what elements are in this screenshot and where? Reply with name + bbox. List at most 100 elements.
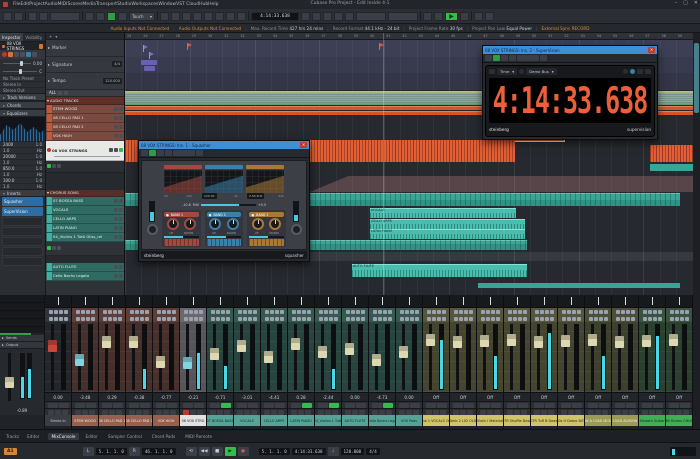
solo-button[interactable] bbox=[329, 403, 339, 408]
right-locator-button[interactable]: R bbox=[129, 447, 140, 456]
channel-name-label[interactable]: Smooth Guitar bbox=[639, 415, 665, 426]
channel-button[interactable] bbox=[523, 310, 527, 314]
edit-button[interactable] bbox=[163, 410, 169, 415]
rewind-button[interactable]: ◀◀ bbox=[199, 447, 210, 456]
arrange-vertical-scrollbar[interactable] bbox=[693, 33, 700, 295]
mute-icon[interactable] bbox=[114, 116, 118, 120]
lower-tab-mixconsole[interactable]: MixConsole bbox=[48, 433, 80, 440]
channel-button[interactable] bbox=[297, 310, 301, 314]
channel-button[interactable] bbox=[550, 310, 554, 314]
preset-field[interactable] bbox=[517, 55, 539, 61]
mute-button[interactable] bbox=[480, 403, 490, 408]
mute-button[interactable] bbox=[561, 403, 571, 408]
band-curve-3[interactable] bbox=[246, 165, 284, 193]
fader-handle[interactable] bbox=[237, 340, 246, 352]
plugin-active-button[interactable] bbox=[493, 55, 500, 61]
channel-button[interactable] bbox=[108, 317, 112, 321]
down-knob[interactable] bbox=[269, 218, 281, 230]
channel-button[interactable] bbox=[604, 310, 608, 314]
channel-button[interactable] bbox=[616, 310, 620, 314]
channel-button[interactable] bbox=[356, 317, 360, 321]
channel-rack[interactable] bbox=[342, 295, 368, 308]
channel-button[interactable] bbox=[680, 310, 684, 314]
mute-button[interactable] bbox=[453, 403, 463, 408]
channel-button[interactable] bbox=[238, 310, 242, 314]
channel-button[interactable] bbox=[49, 317, 53, 321]
plugin-button[interactable] bbox=[165, 150, 172, 156]
metronome-button[interactable] bbox=[345, 12, 354, 21]
channel-name-label[interactable]: GTR Shuffle Down bbox=[504, 415, 530, 426]
mute-button[interactable] bbox=[426, 403, 436, 408]
channel-button[interactable] bbox=[108, 310, 112, 314]
channel-button[interactable] bbox=[653, 317, 657, 321]
stop-button[interactable] bbox=[434, 12, 443, 21]
automation-button[interactable] bbox=[359, 410, 365, 415]
audio-event[interactable] bbox=[650, 145, 693, 162]
draw-tool[interactable] bbox=[237, 12, 246, 21]
channel-button[interactable] bbox=[572, 317, 576, 321]
channel-button[interactable] bbox=[275, 317, 279, 321]
band-mix-slider[interactable] bbox=[207, 236, 242, 238]
volume-knob[interactable] bbox=[20, 61, 23, 66]
mute-icon[interactable] bbox=[114, 208, 118, 212]
channel-button[interactable] bbox=[135, 310, 139, 314]
menu-item-help[interactable]: Help bbox=[208, 2, 218, 7]
channel-rack[interactable] bbox=[315, 295, 341, 308]
channel-button[interactable] bbox=[221, 317, 225, 321]
glue-tool[interactable] bbox=[193, 12, 202, 21]
mute-all-icon[interactable] bbox=[58, 91, 62, 95]
fader-handle[interactable] bbox=[453, 336, 462, 348]
record-button[interactable]: ● bbox=[238, 447, 249, 456]
pan-indicator[interactable] bbox=[85, 297, 86, 305]
fader-handle[interactable] bbox=[102, 336, 111, 348]
channel-button[interactable] bbox=[388, 317, 392, 321]
mute-icon[interactable] bbox=[114, 217, 118, 221]
fader-handle[interactable] bbox=[156, 356, 165, 368]
channel-button[interactable] bbox=[437, 317, 441, 321]
channel-name-label[interactable]: VOX Pads bbox=[396, 415, 422, 426]
channel-button[interactable] bbox=[57, 164, 61, 168]
channel-name-label[interactable]: Amb 2 L02 OLD bbox=[450, 415, 476, 426]
section-track-versions[interactable]: ▸Track Versions bbox=[0, 93, 45, 101]
channel-button[interactable] bbox=[253, 317, 257, 321]
lower-tab-midi-remote[interactable]: MIDI Remote bbox=[181, 433, 216, 440]
channel-button[interactable] bbox=[346, 317, 350, 321]
minimize-button[interactable]: – bbox=[675, 0, 678, 6]
solo-button[interactable] bbox=[545, 403, 555, 408]
fader-handle[interactable] bbox=[291, 338, 300, 350]
channel-button[interactable] bbox=[135, 317, 139, 321]
channel-button[interactable] bbox=[432, 317, 436, 321]
channel-button[interactable] bbox=[86, 317, 90, 321]
signature-display[interactable]: 4/4 bbox=[366, 448, 380, 455]
channel-button[interactable] bbox=[76, 310, 80, 314]
channel-button[interactable] bbox=[103, 310, 107, 314]
channel-button[interactable] bbox=[680, 317, 684, 321]
channel-button[interactable] bbox=[383, 317, 387, 321]
channel-button[interactable] bbox=[496, 310, 500, 314]
snap-button[interactable] bbox=[474, 12, 483, 21]
channel-rack[interactable] bbox=[450, 295, 476, 308]
channel-button[interactable] bbox=[113, 317, 117, 321]
channel-button[interactable] bbox=[675, 310, 679, 314]
fader-handle[interactable] bbox=[129, 336, 138, 348]
mixer-channel-auto-flute[interactable]: 0.00AUTO FLUTE bbox=[342, 295, 369, 429]
channel-button[interactable] bbox=[567, 317, 571, 321]
automation-button[interactable] bbox=[629, 410, 635, 415]
edit-button[interactable] bbox=[649, 410, 655, 415]
solo-icon[interactable] bbox=[119, 274, 123, 278]
fader-handle[interactable] bbox=[372, 354, 381, 366]
lower-tab-chord-pads[interactable]: Chord Pads bbox=[148, 433, 180, 440]
channel-button[interactable] bbox=[76, 317, 80, 321]
channel-button[interactable] bbox=[415, 317, 419, 321]
plugin-button[interactable] bbox=[196, 150, 203, 156]
channel-button[interactable] bbox=[469, 317, 473, 321]
channel-button[interactable] bbox=[297, 317, 301, 321]
channel-button[interactable] bbox=[648, 317, 652, 321]
automation-button[interactable] bbox=[602, 410, 608, 415]
redo-button[interactable] bbox=[39, 12, 48, 21]
channel-button[interactable] bbox=[216, 317, 220, 321]
mixer-channel-stereo-in[interactable]: 0.00Stereo In bbox=[45, 295, 72, 429]
channel-button[interactable] bbox=[589, 310, 593, 314]
pan-slider[interactable] bbox=[3, 71, 37, 72]
channel-button[interactable] bbox=[378, 317, 382, 321]
